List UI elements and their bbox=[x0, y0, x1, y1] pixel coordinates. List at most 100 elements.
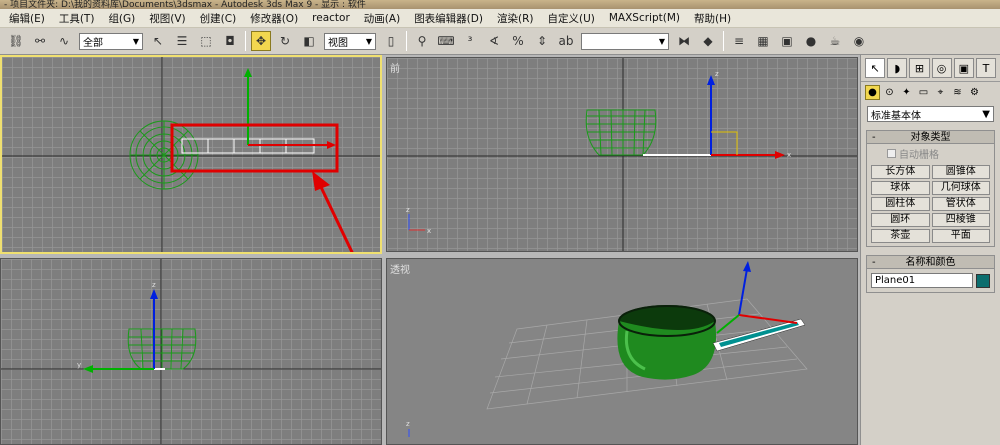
geometry-category-dropdown[interactable]: 标准基本体 ▼ bbox=[867, 106, 994, 122]
menu-create[interactable]: 创建(C) bbox=[193, 11, 244, 26]
layer-manager-icon[interactable]: ≡ bbox=[729, 31, 749, 51]
schematic-view-icon[interactable]: ▣ bbox=[777, 31, 797, 51]
menu-animation[interactable]: 动画(A) bbox=[357, 11, 407, 26]
geosphere-button[interactable]: 几何球体 bbox=[931, 181, 990, 195]
display-tab-icon[interactable]: ▣ bbox=[953, 58, 974, 78]
annotation-arrow-line bbox=[318, 184, 354, 252]
lights-icon[interactable]: ✦ bbox=[899, 85, 914, 100]
align-icon[interactable]: ◆ bbox=[698, 31, 718, 51]
spacewarps-icon[interactable]: ≋ bbox=[950, 85, 965, 100]
chevron-down-icon: ▼ bbox=[982, 108, 990, 120]
geometry-icon[interactable]: ● bbox=[865, 85, 880, 100]
bind-spacewarp-icon[interactable]: ∿ bbox=[54, 31, 74, 51]
plane-button[interactable]: 平面 bbox=[931, 229, 990, 243]
viewport-front[interactable]: 前 z x z x bbox=[386, 57, 858, 252]
object-name-input[interactable]: Plane01 bbox=[871, 273, 973, 288]
menu-tools[interactable]: 工具(T) bbox=[52, 11, 102, 26]
gizmo-z-arrow bbox=[150, 289, 158, 299]
toolbar-divider bbox=[406, 31, 407, 51]
menu-views[interactable]: 视图(V) bbox=[142, 11, 192, 26]
menu-rendering[interactable]: 渲染(R) bbox=[490, 11, 541, 26]
gizmo-y-label: y bbox=[77, 361, 81, 369]
toolbar-divider bbox=[723, 31, 724, 51]
viewport-perspective[interactable]: 透视 z bbox=[386, 258, 858, 445]
toolbar-divider bbox=[245, 31, 246, 51]
name-color-row: Plane01 bbox=[867, 269, 994, 292]
collapse-icon: - bbox=[872, 132, 876, 143]
gizmo-x-arrow bbox=[775, 151, 785, 159]
menu-help[interactable]: 帮助(H) bbox=[687, 11, 738, 26]
command-panel: ↖ ◗ ⊞ ◎ ▣ T ● ⊙ ✦ ▭ ⌖ ≋ ⚙ 标准基本体 ▼ - 对象类型 bbox=[860, 55, 1000, 445]
viewport-top[interactable] bbox=[0, 55, 382, 254]
motion-tab-icon[interactable]: ◎ bbox=[931, 58, 952, 78]
spinner-snap-icon[interactable]: ⇕ bbox=[532, 31, 552, 51]
viewport-perspective-scene: z bbox=[406, 261, 808, 437]
object-type-rollout-header[interactable]: - 对象类型 bbox=[867, 131, 994, 144]
plane-persp-shade bbox=[719, 322, 799, 347]
scale-icon[interactable]: ◧ bbox=[299, 31, 319, 51]
gizmo-y-arrow bbox=[244, 68, 252, 77]
gizmo-z-label: z bbox=[152, 281, 156, 289]
rotate-icon[interactable]: ↻ bbox=[275, 31, 295, 51]
tube-button[interactable]: 管状体 bbox=[931, 197, 990, 211]
modify-tab-icon[interactable]: ◗ bbox=[887, 58, 908, 78]
pivot-center-icon[interactable]: ▯ bbox=[381, 31, 401, 51]
menu-modifiers[interactable]: 修改器(O) bbox=[243, 11, 305, 26]
hierarchy-tab-icon[interactable]: ⊞ bbox=[909, 58, 930, 78]
curve-editor-icon[interactable]: ▦ bbox=[753, 31, 773, 51]
cone-button[interactable]: 圆锥体 bbox=[931, 165, 990, 179]
gizmo-z-arrow bbox=[743, 261, 751, 272]
object-color-swatch[interactable] bbox=[976, 273, 990, 288]
helpers-icon[interactable]: ⌖ bbox=[933, 85, 948, 100]
pyramid-button[interactable]: 四棱锥 bbox=[931, 213, 990, 227]
select-manipulate-icon[interactable]: ⚲ bbox=[412, 31, 432, 51]
ref-coord-dropdown[interactable]: 视图 ▼ bbox=[324, 32, 376, 50]
named-selection-dropdown[interactable]: ▼ bbox=[581, 32, 669, 50]
link-icon[interactable]: ⛓ bbox=[6, 31, 26, 51]
menu-edit[interactable]: 编辑(E) bbox=[2, 11, 52, 26]
mirror-icon[interactable]: ⧓ bbox=[674, 31, 694, 51]
keyboard-shortcut-icon[interactable]: ⌨ bbox=[436, 31, 456, 51]
teapot-button[interactable]: 茶壶 bbox=[871, 229, 930, 243]
gizmo-x-label: x bbox=[787, 151, 791, 159]
shapes-icon[interactable]: ⊙ bbox=[882, 85, 897, 100]
menu-graph-editors[interactable]: 图表编辑器(D) bbox=[407, 11, 490, 26]
autogrid-checkbox[interactable]: 自动栅格 bbox=[867, 144, 994, 163]
render-scene-icon[interactable]: ☕ bbox=[825, 31, 845, 51]
menu-customize[interactable]: 自定义(U) bbox=[540, 11, 601, 26]
menu-bar: 编辑(E) 工具(T) 组(G) 视图(V) 创建(C) 修改器(O) reac… bbox=[0, 9, 1000, 28]
move-icon[interactable]: ✥ bbox=[251, 31, 271, 51]
material-editor-icon[interactable]: ● bbox=[801, 31, 821, 51]
quick-render-icon[interactable]: ◉ bbox=[849, 31, 869, 51]
select-object-icon[interactable]: ↖ bbox=[148, 31, 168, 51]
window-crossing-icon[interactable]: ◘ bbox=[220, 31, 240, 51]
create-tab-icon[interactable]: ↖ bbox=[865, 58, 886, 78]
rect-selection-icon[interactable]: ⬚ bbox=[196, 31, 216, 51]
object-type-title: 对象类型 bbox=[910, 132, 951, 143]
edit-named-selection-icon[interactable]: ab bbox=[556, 31, 576, 51]
box-button[interactable]: 长方体 bbox=[871, 165, 930, 179]
selection-filter-dropdown[interactable]: 全部 ▼ bbox=[79, 32, 143, 50]
cylinder-button[interactable]: 圆柱体 bbox=[871, 197, 930, 211]
menu-reactor[interactable]: reactor bbox=[305, 12, 357, 24]
menu-maxscript[interactable]: MAXScript(M) bbox=[602, 12, 687, 24]
chevron-down-icon: ▼ bbox=[658, 36, 665, 46]
percent-snap-icon[interactable]: % bbox=[508, 31, 528, 51]
gizmo-z-axis bbox=[738, 268, 748, 316]
tripod-x-label: x bbox=[427, 227, 431, 235]
snaps-toggle-icon[interactable]: ³ bbox=[460, 31, 480, 51]
name-color-rollout: - 名称和颜色 Plane01 bbox=[866, 255, 995, 293]
systems-icon[interactable]: ⚙ bbox=[967, 85, 982, 100]
cameras-icon[interactable]: ▭ bbox=[916, 85, 931, 100]
sphere-button[interactable]: 球体 bbox=[871, 181, 930, 195]
torus-button[interactable]: 圆环 bbox=[871, 213, 930, 227]
unlink-icon[interactable]: ⚯ bbox=[30, 31, 50, 51]
object-type-rollout: - 对象类型 自动栅格 长方体 圆锥体 球体 几何球体 圆柱体 管状体 圆环 四… bbox=[866, 130, 995, 247]
menu-group[interactable]: 组(G) bbox=[101, 11, 142, 26]
select-by-name-icon[interactable]: ☰ bbox=[172, 31, 192, 51]
pot-wireframe-front bbox=[585, 109, 657, 156]
utilities-tab-icon[interactable]: T bbox=[975, 58, 997, 78]
angle-snap-icon[interactable]: ∢ bbox=[484, 31, 504, 51]
name-color-rollout-header[interactable]: - 名称和颜色 bbox=[867, 256, 994, 269]
viewport-left[interactable]: z y bbox=[0, 258, 382, 445]
